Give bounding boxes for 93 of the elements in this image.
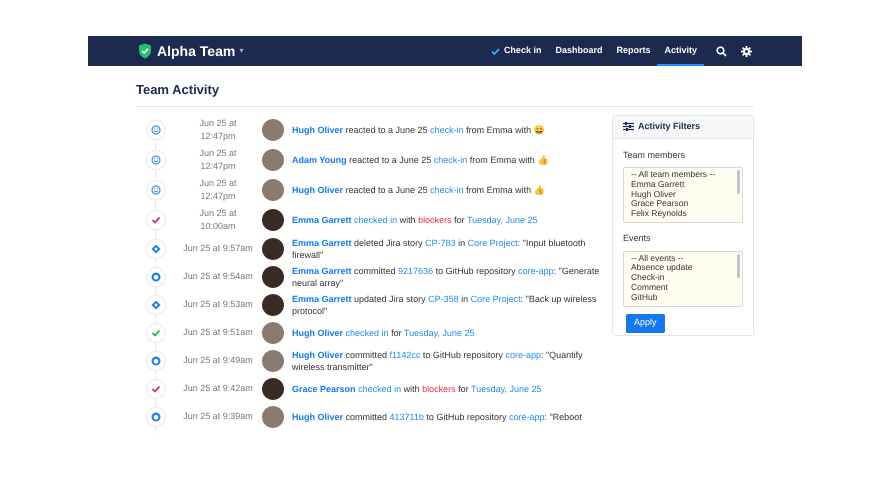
link[interactable]: Core Project (470, 294, 521, 304)
user-link[interactable]: Hugh Oliver (292, 350, 344, 360)
sliders-icon (623, 122, 634, 131)
link[interactable]: core-app (505, 350, 541, 360)
link[interactable]: check-in (430, 124, 464, 134)
scrollbar[interactable] (737, 170, 740, 194)
avatar (262, 238, 284, 260)
select-option[interactable]: Hugh Oliver (631, 190, 742, 200)
user-link[interactable]: Hugh Oliver (292, 328, 344, 338)
brand-link[interactable]: Alpha Team (157, 40, 236, 62)
avatar (262, 266, 284, 288)
avatar (262, 322, 284, 344)
avatar (262, 406, 284, 428)
activity-text: Hugh Oliver reacted to a June 25 check-in from Emma with 😄 (292, 124, 545, 136)
activity-text: Hugh Oliver committed f1142cc to GitHub repository core-app: "Quantify wireless transmitter" (292, 348, 584, 372)
avatar (262, 208, 284, 230)
apply-button[interactable]: Apply (626, 314, 665, 332)
avatar (262, 118, 284, 140)
link[interactable]: Tuesday, June 25 (404, 328, 474, 338)
user-link[interactable]: Emma Garrett (292, 238, 352, 248)
timestamp: Jun 25 at 9:39am (182, 410, 254, 423)
link[interactable]: Core Project (468, 238, 518, 248)
activity-text: Emma Garrett deleted Jira story CP-783 in Core Project: "Input bluetooth firewall" (292, 236, 586, 260)
panel-title: Activity Filters (638, 120, 700, 133)
caret-icon[interactable]: ▾ (239, 45, 244, 57)
avatar (262, 350, 284, 372)
avatar (262, 378, 284, 400)
select-option[interactable]: -- All team members -- (631, 170, 742, 180)
search-icon[interactable] (716, 46, 727, 56)
activity-text: Adam Young reacted to a June 25 check-in from Emma with 👍 (292, 154, 548, 166)
user-link[interactable]: Hugh Oliver (292, 184, 344, 194)
link[interactable]: check-in (434, 154, 468, 164)
shield-check-icon (138, 43, 152, 59)
settings-icon[interactable] (741, 46, 752, 56)
avatar (262, 294, 284, 316)
link[interactable]: CP-358 (428, 294, 459, 304)
link[interactable]: checked in (354, 214, 398, 224)
user-link[interactable]: Emma Garrett (292, 294, 352, 304)
activity-text: Grace Pearson checked in with blockers for Tuesday, June 25 (292, 382, 542, 394)
nav-link[interactable]: Check in (484, 36, 548, 66)
link[interactable]: check-in (430, 184, 464, 194)
activity-text: Emma Garrett committed 9217636 to GitHub repository core-app: "Generate neural array" (292, 264, 600, 288)
check-icon (490, 48, 500, 54)
link[interactable]: checked in (346, 328, 389, 338)
timestamp: Jun 25 at 9:54am (182, 270, 254, 283)
timestamp: Jun 25 at 9:51am (182, 326, 254, 339)
avatar (262, 148, 284, 170)
select-option[interactable]: Felix Reynolds (631, 209, 742, 219)
link[interactable]: checked in (358, 384, 402, 394)
nav-link[interactable]: Activity (657, 36, 704, 66)
scrollbar[interactable] (737, 254, 740, 278)
user-link[interactable]: Grace Pearson (292, 384, 356, 394)
link[interactable]: core-app (508, 412, 544, 422)
link[interactable]: core-app (518, 266, 554, 276)
user-link[interactable]: Emma Garrett (292, 266, 352, 276)
avatar (262, 178, 284, 200)
user-link[interactable]: Adam Young (292, 154, 347, 164)
select-option[interactable]: Check-in (631, 273, 742, 283)
field-label: Team members (623, 148, 686, 162)
activity-text: Emma Garrett updated Jira story CP-358 in Core Project: "Back up wireless protocol" (292, 292, 598, 316)
link[interactable]: f1142cc (390, 350, 420, 360)
timestamp: Jun 25 at 9:53am (182, 298, 254, 311)
timestamp: Jun 25 at 9:57am (182, 242, 254, 255)
user-link[interactable]: Hugh Oliver (292, 412, 344, 422)
timestamp: Jun 25 at 12:47pm (198, 176, 238, 202)
multi-select[interactable]: -- All team members -- Emma Garrett Hugh Oliver Grace Pearson Felix Reynolds (623, 167, 743, 223)
multi-select[interactable]: -- All events -- Absence update Check-in Comment GitHub (623, 250, 743, 306)
timestamp: Jun 25 at 9:49am (182, 354, 254, 367)
timestamp: Jun 25 at 12:47pm (198, 146, 238, 172)
select-option[interactable]: Absence update (631, 263, 742, 274)
activity-text: Hugh Oliver committed 413711b to GitHub repository core-app: "Reboot (292, 410, 582, 422)
select-option[interactable]: Emma Garrett (631, 180, 742, 190)
select-option[interactable]: Comment (631, 282, 742, 293)
select-option[interactable]: Grace Pearson (631, 199, 742, 210)
link[interactable]: 413711b (390, 412, 424, 422)
select-option[interactable]: GitHub (631, 292, 742, 302)
select-option[interactable]: -- All events -- (631, 254, 742, 264)
link[interactable]: CP-783 (425, 238, 456, 248)
timestamp: Jun 25 at 12:47pm (198, 116, 238, 142)
link[interactable]: Tuesday, June 25 (466, 214, 538, 224)
timestamp: Jun 25 at 9:42am (182, 382, 254, 395)
timestamp: Jun 25 at 10:00am (198, 206, 238, 232)
activity-text: Hugh Oliver checked in for Tuesday, June 25 (292, 326, 474, 338)
activity-text: Emma Garrett checked in with blockers for Tuesday, June 25 (292, 214, 538, 226)
page-title: Team Activity (136, 81, 220, 99)
field-label: Events (623, 232, 652, 245)
user-link[interactable]: Emma Garrett (292, 214, 352, 224)
nav-link[interactable]: Reports (609, 36, 658, 66)
link[interactable]: 9217636 (398, 266, 434, 276)
link[interactable]: Tuesday, June 25 (470, 384, 542, 394)
nav-link[interactable]: Dashboard (548, 36, 610, 66)
user-link[interactable]: Hugh Oliver (292, 124, 344, 134)
activity-text: Hugh Oliver reacted to a June 25 check-in from Emma with 👍 (292, 184, 545, 196)
